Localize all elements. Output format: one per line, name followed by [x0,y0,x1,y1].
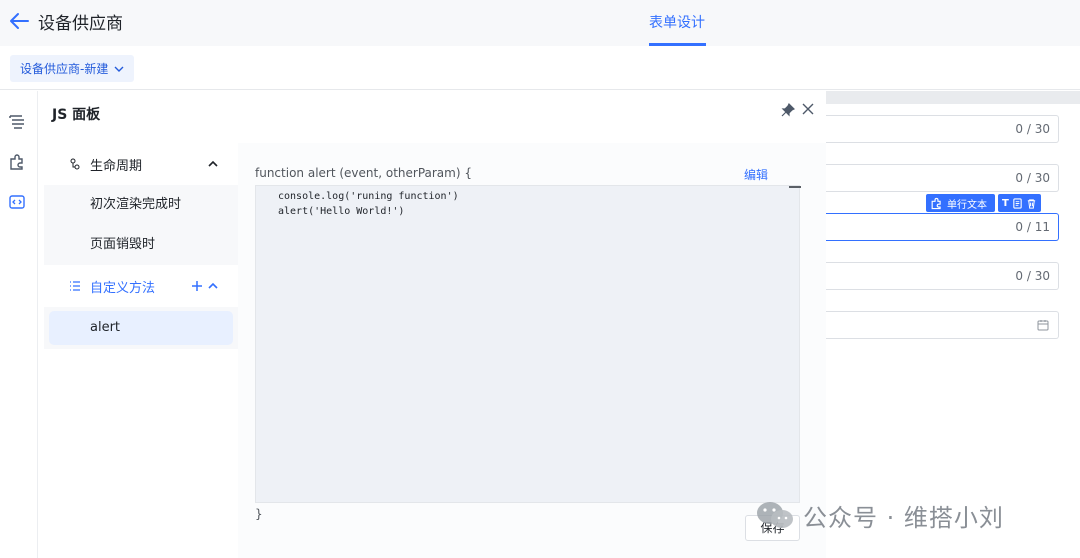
breadcrumb-dropdown[interactable]: 设备供应商-新建 [10,55,135,82]
breadcrumb-row: 设备供应商-新建 [0,46,1080,90]
copy-icon[interactable] [1012,197,1023,209]
watermark-text: 公众号 · 维搭小刘 [803,504,1004,532]
lifecycle-item-destroyed[interactable]: 页面销毁时 [44,225,238,265]
code-line: console.log('runing function') [278,191,459,202]
form-field-3[interactable]: 0 / 11 [826,213,1059,241]
method-item-alert[interactable]: alert [49,311,233,345]
custom-methods-group[interactable]: 自定义方法 [44,265,238,307]
scrollbar-thumb[interactable] [789,186,801,188]
page-title: 设备供应商 [38,14,123,34]
chevron-up-icon[interactable] [208,159,218,169]
widget-actions: T [998,194,1041,212]
code-icon[interactable] [8,193,26,211]
code-line: alert('Hello World!') [278,206,405,217]
lifecycle-label: 生命周期 [90,158,143,174]
form-field-2[interactable]: 0 / 30 [826,164,1059,192]
outline-tree-icon[interactable] [8,113,26,131]
widget-type-label: 单行文本 [947,199,987,211]
top-bar: 设备供应商 表单设计 [0,0,1080,46]
tab-form-design[interactable]: 表单设计 [649,12,705,32]
pin-icon[interactable] [781,103,795,117]
panel-title: JS 面板 [52,107,101,123]
lifecycle-group[interactable]: 生命周期 [44,143,238,185]
back-arrow-icon[interactable] [8,10,30,32]
calendar-icon [1037,320,1049,331]
widget-type-badge[interactable]: 单行文本 [926,194,995,212]
lifecycle-icon [70,158,80,170]
text-type-icon[interactable]: T [1002,198,1009,209]
breadcrumb-label: 设备供应商-新建 [20,62,109,76]
left-toolbar [0,91,38,558]
date-field[interactable] [826,311,1059,339]
list-icon [70,281,80,291]
form-canvas: 0 / 30 0 / 30 单行文本 T 0 / 11 0 / 30 [826,91,1080,558]
code-editor[interactable]: console.log('runing function') alert('He… [255,185,801,503]
widget-toolbar: 单行文本 T [926,194,1041,212]
wechat-logo-icon [757,501,793,528]
edit-button[interactable]: 编辑 [744,166,768,183]
delete-icon[interactable] [1026,198,1037,209]
chevron-down-icon [114,66,124,72]
puzzle-icon [931,197,941,209]
watermark: 公众号 · 维搭小刘 [755,498,1004,533]
code-editor-pane: function alert (event, otherParam) { 编辑 … [238,143,826,558]
add-icon[interactable] [191,280,203,292]
function-signature: function alert (event, otherParam) { [255,166,472,180]
form-field-1[interactable]: 0 / 30 [826,115,1059,143]
chevron-up-icon[interactable] [208,281,218,291]
puzzle-icon[interactable] [8,153,26,171]
form-field-4[interactable]: 0 / 30 [826,262,1059,290]
lifecycle-item-mounted[interactable]: 初次渲染完成时 [44,185,238,225]
canvas-header-strip [826,91,1080,104]
method-tree: 生命周期 初次渲染完成时 页面销毁时 自定义方法 alert [44,143,238,558]
function-closing-brace: } [255,507,263,521]
close-icon[interactable] [800,101,816,117]
custom-methods-label: 自定义方法 [90,280,156,296]
js-panel: JS 面板 生命周期 初次渲染完成时 页面销毁时 自定义方法 alert fun… [38,91,826,558]
